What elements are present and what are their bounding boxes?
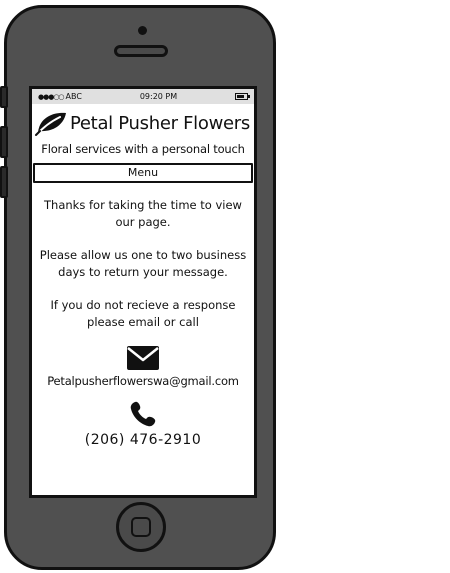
thanks-text: Thanks for taking the time to view our p… [44,198,242,229]
screen: ●●●○○ ABC 09:20 PM Petal Pusher Flowers … [29,86,257,498]
menu-button[interactable]: Menu [33,163,253,183]
contact-message: Thanks for taking the time to view our p… [32,197,254,330]
mute-switch [0,86,8,108]
phone-frame: ●●●○○ ABC 09:20 PM Petal Pusher Flowers … [0,5,276,570]
front-camera [138,26,147,35]
leaf-icon [35,112,66,136]
carrier-name: ABC [65,92,82,101]
page: ●●●○○ ABC 09:20 PM Petal Pusher Flowers … [0,0,450,573]
volume-up-button [0,126,8,158]
home-button[interactable] [116,502,166,552]
site-header: Petal Pusher Flowers [32,104,254,136]
phone-handset-icon[interactable] [129,400,157,428]
response-time-text: Please allow us one to two business days… [39,248,247,279]
contact-info: Petalpusherflowerswa@gmail.com (206) 476… [32,345,254,448]
fallback-contact-text: If you do not recieve a response please … [50,298,236,329]
email-address[interactable]: Petalpusherflowerswa@gmail.com [32,374,254,388]
phone-number[interactable]: (206) 476-2910 [32,432,254,448]
home-button-square-icon [131,517,151,537]
status-time: 09:20 PM [139,92,178,101]
status-left: ●●●○○ ABC [38,92,82,101]
earpiece-speaker [114,45,168,57]
signal-strength-icon: ●●●○○ [38,92,65,101]
status-bar: ●●●○○ ABC 09:20 PM [32,89,254,104]
brand-name[interactable]: Petal Pusher Flowers [70,113,250,134]
volume-down-button [0,166,8,198]
tagline: Floral services with a personal touch [41,142,245,156]
envelope-icon[interactable] [126,345,160,371]
battery-icon [235,93,250,100]
